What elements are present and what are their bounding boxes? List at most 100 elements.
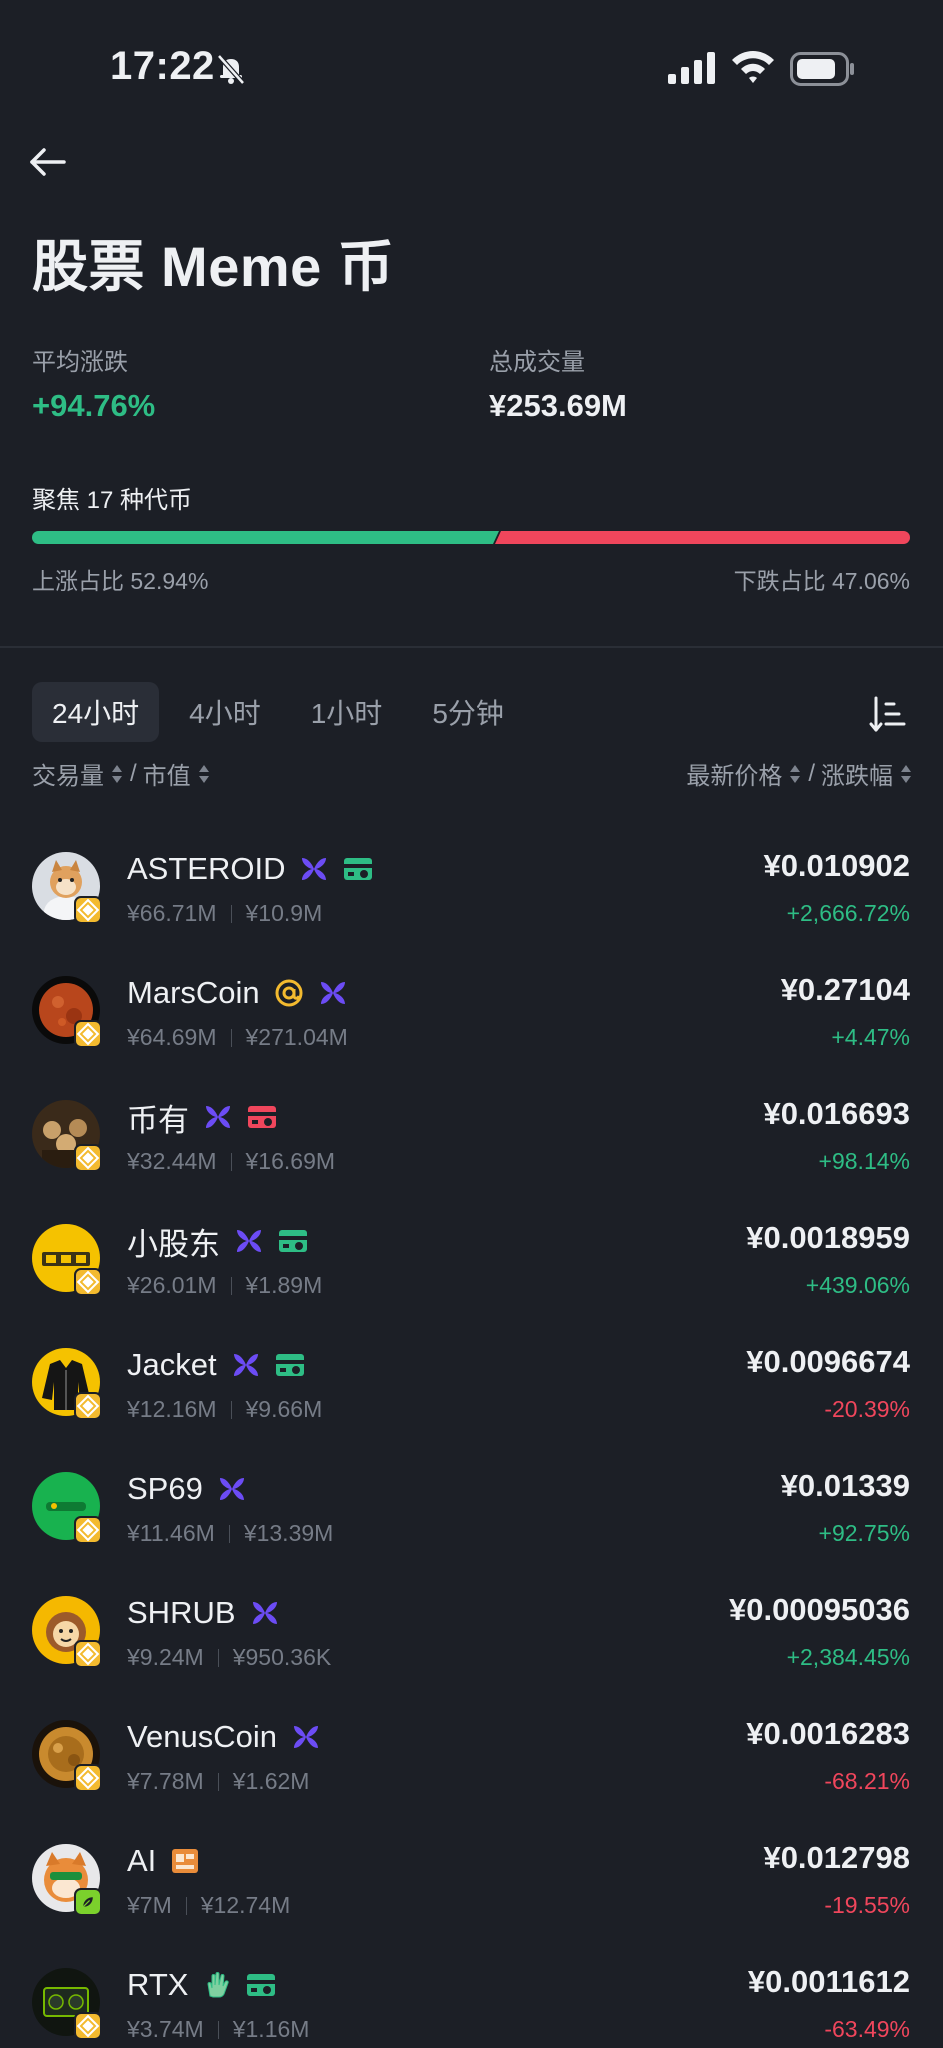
coin-row[interactable]: RTX ¥3.74M ¥1.16M ¥0.0011612 -63.49%	[0, 1936, 943, 2048]
sort-volume[interactable]: 交易量	[32, 756, 104, 791]
coin-market-cap: ¥13.39M	[243, 1520, 334, 1546]
butterfly-icon	[219, 1478, 244, 1500]
coin-row[interactable]: VenusCoin ¥7.78M ¥1.62M ¥0.0016283 -68.21…	[0, 1688, 943, 1812]
sub-divider	[217, 1772, 219, 1791]
tab-5m[interactable]: 5分钟	[412, 682, 524, 742]
sub-divider	[228, 1524, 230, 1543]
tab-24h[interactable]: 24小时	[32, 682, 160, 742]
column-separator: /	[130, 759, 137, 787]
coin-row[interactable]: MarsCoin ¥64.69M ¥271.04M ¥0.27104 +4.47%	[0, 944, 943, 1068]
butterfly-icon	[302, 858, 327, 880]
page-title: 股票 Meme 币	[32, 235, 395, 298]
sub-divider	[230, 1028, 232, 1047]
section-divider	[0, 646, 943, 648]
coin-market-cap: ¥950.36K	[232, 1644, 332, 1670]
coin-row[interactable]: SHRUB ¥9.24M ¥950.36K ¥0.00095036 +2,384.…	[0, 1564, 943, 1688]
coin-change: +98.14%	[818, 1148, 910, 1174]
tab-1h[interactable]: 1小时	[291, 682, 403, 742]
coin-market-cap: ¥9.66M	[245, 1396, 323, 1422]
coin-change: -63.49%	[824, 2016, 910, 2042]
butterfly-icon	[252, 1602, 277, 1624]
sub-divider	[217, 1648, 219, 1667]
coin-change: +92.75%	[818, 1520, 910, 1546]
bnb-chain-icon	[74, 1268, 102, 1296]
column-header-left: 交易量 / 市值	[32, 756, 217, 791]
coin-row[interactable]: 小股东 ¥26.01M ¥1.89M ¥0.0018959 +439.06%	[0, 1192, 943, 1316]
back-arrow-icon[interactable]	[28, 142, 68, 182]
total-volume-label: 总成交量	[489, 349, 585, 376]
tab-4h[interactable]: 4小时	[169, 682, 281, 742]
coin-name: 小股东	[127, 1226, 220, 1262]
coin-row[interactable]: Jacket ¥12.16M ¥9.66M ¥0.0096674 -20.39%	[0, 1316, 943, 1440]
coin-price: ¥0.012798	[763, 1840, 910, 1875]
coin-change: +439.06%	[805, 1272, 910, 1298]
coin-name: 币有	[127, 1102, 189, 1138]
coin-row[interactable]: 币有 ¥32.44M ¥16.69M ¥0.016693 +98.14%	[0, 1068, 943, 1192]
coin-name: MarsCoin	[127, 975, 260, 1010]
butterfly-icon	[293, 1726, 318, 1748]
down-ratio-label: 下跌占比 47.06%	[733, 568, 910, 594]
butterfly-icon	[320, 982, 345, 1004]
orange-face-icon	[172, 1849, 199, 1873]
coin-name: AI	[127, 1843, 157, 1878]
coin-volume: ¥64.69M	[127, 1024, 217, 1050]
at-sign-icon	[275, 979, 303, 1007]
sort-change[interactable]: 涨跌幅	[821, 756, 893, 791]
coin-market-cap: ¥271.04M	[245, 1024, 348, 1050]
coin-row[interactable]: AI ¥7M ¥12.74M ¥0.012798 -19.55%	[0, 1812, 943, 1936]
sub-divider	[185, 1896, 187, 1915]
butterfly-icon	[233, 1354, 258, 1376]
coin-price: ¥0.016693	[763, 1096, 910, 1131]
battery-icon	[790, 52, 854, 86]
column-header-right: 最新价格 / 涨跌幅	[686, 756, 919, 791]
coin-price: ¥0.01339	[780, 1468, 910, 1503]
coin-volume: ¥7.78M	[127, 1768, 204, 1794]
green-card-icon	[275, 1354, 304, 1376]
bnb-chain-icon	[74, 1392, 102, 1420]
bnb-chain-icon	[74, 1764, 102, 1792]
up-ratio-label: 上涨占比 52.94%	[32, 568, 209, 594]
coin-name: SHRUB	[127, 1595, 236, 1630]
sort-market-cap-arrows-icon[interactable]	[198, 763, 209, 785]
coin-market-cap: ¥1.16M	[232, 2016, 310, 2042]
coin-row[interactable]: ASTEROID ¥66.71M ¥10.9M ¥0.010902 +2,666.…	[0, 820, 943, 944]
sub-divider	[230, 1152, 232, 1171]
red-card-icon	[248, 1106, 276, 1128]
coin-row[interactable]: SP69 ¥11.46M ¥13.39M ¥0.01339 +92.75%	[0, 1440, 943, 1564]
focus-token-count: 聚焦 17 种代币	[32, 487, 193, 514]
bnb-chain-icon	[74, 1144, 102, 1172]
coin-price: ¥0.010902	[763, 848, 910, 883]
green-card-icon	[279, 1230, 307, 1252]
butterfly-icon	[206, 1106, 230, 1128]
bnb-chain-icon	[74, 1020, 102, 1048]
sort-order-icon[interactable]	[868, 694, 908, 734]
coin-change: +2,384.45%	[786, 1644, 910, 1670]
coin-volume: ¥9.24M	[127, 1644, 204, 1670]
sort-price-arrows-icon[interactable]	[790, 763, 801, 785]
coin-market-cap: ¥10.9M	[245, 900, 323, 926]
coin-volume: ¥66.71M	[127, 900, 217, 926]
avg-change-label: 平均涨跌	[32, 349, 128, 376]
coin-volume: ¥7M	[127, 1892, 172, 1918]
coin-change: +4.47%	[831, 1024, 910, 1050]
total-volume-value: ¥253.69M	[489, 388, 627, 423]
green-card-icon	[344, 858, 373, 880]
coin-change: -20.39%	[824, 1396, 910, 1422]
coin-name: VenusCoin	[127, 1719, 277, 1754]
coin-market-cap: ¥1.62M	[232, 1768, 310, 1794]
coin-change: +2,666.72%	[786, 900, 910, 926]
sort-market-cap[interactable]: 市值	[143, 756, 191, 791]
coin-name: Jacket	[127, 1347, 217, 1382]
sort-volume-arrows-icon[interactable]	[112, 763, 122, 785]
sort-change-arrows-icon[interactable]	[901, 763, 911, 785]
bnb-chain-icon	[74, 1516, 102, 1544]
coin-price: ¥0.0016283	[746, 1716, 910, 1751]
sub-divider	[230, 1276, 232, 1295]
status-bar: 17:22	[0, 0, 943, 140]
coin-price: ¥0.0018959	[746, 1220, 910, 1255]
status-time: 17:22	[110, 44, 215, 88]
green-card-icon	[247, 1974, 276, 1996]
sort-price[interactable]: 最新价格	[686, 756, 782, 791]
coin-market-cap: ¥1.89M	[245, 1272, 323, 1298]
coin-change: -68.21%	[824, 1768, 910, 1794]
